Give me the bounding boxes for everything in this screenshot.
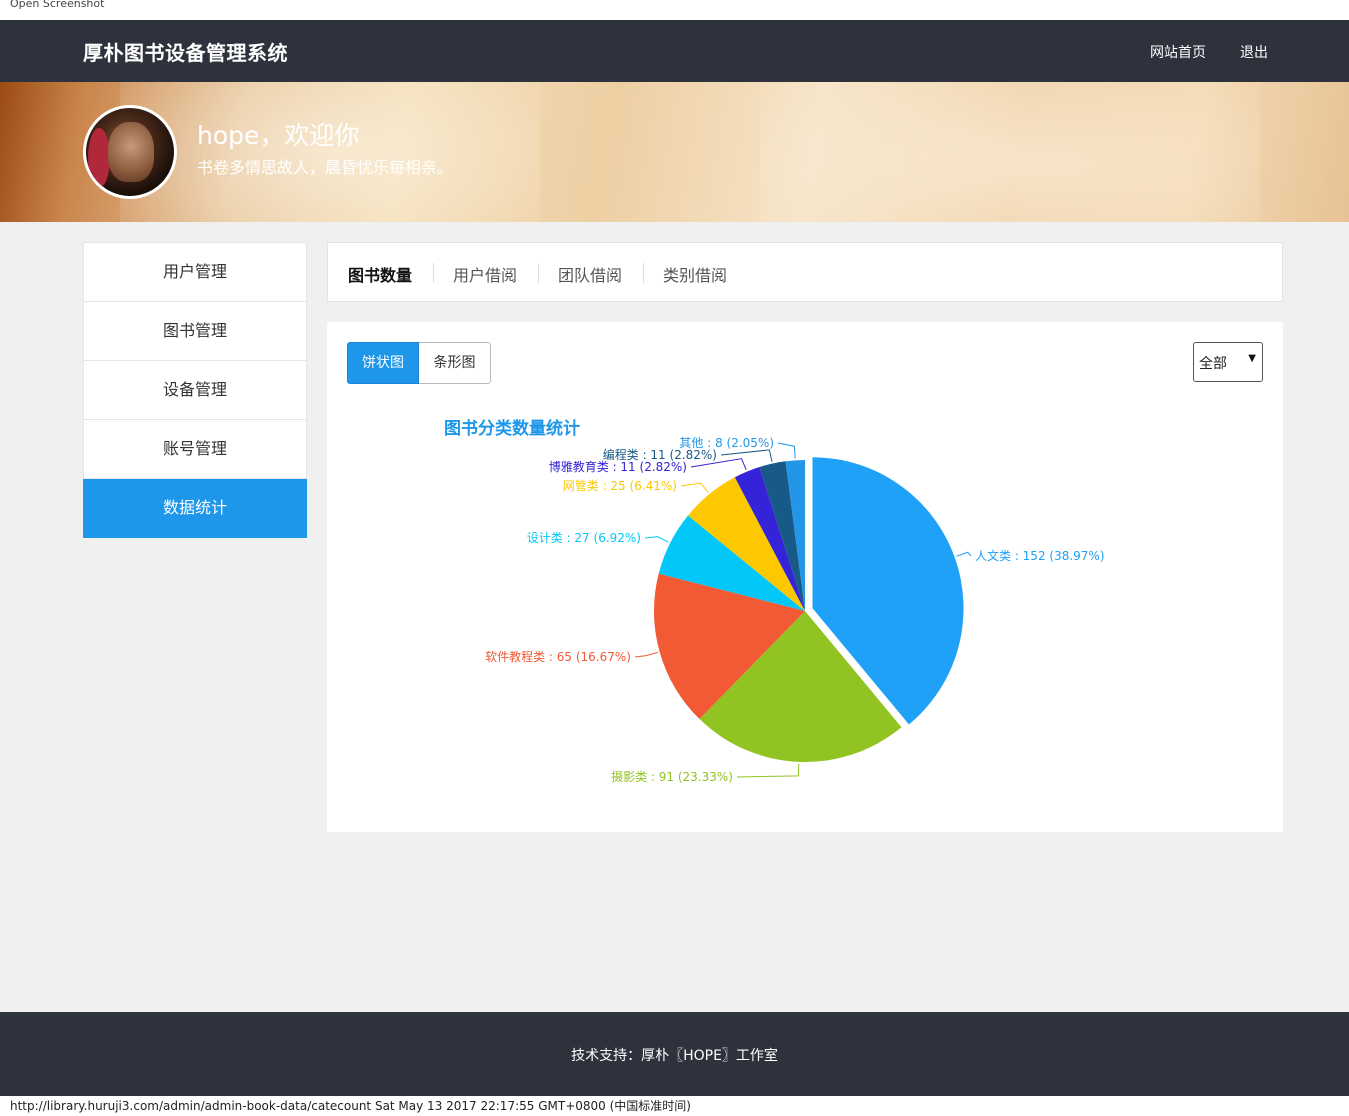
pie-label-leader-line: [680, 482, 709, 493]
nav-home-link[interactable]: 网站首页: [1150, 42, 1206, 62]
tab-book-count[interactable]: 图书数量: [348, 262, 412, 286]
window-caption: Open Screenshot: [0, 0, 1349, 20]
pie-label-leader-line: [634, 651, 658, 658]
pie-label-leader-line: [644, 536, 669, 543]
book-category-pie-chart[interactable]: 图书分类数量统计 人文类 : 152 (38.97%) 摄影类 : 91 (23.…: [327, 322, 1283, 832]
sidebar-item-statistics[interactable]: 数据统计: [83, 479, 307, 538]
sidebar-item-users[interactable]: 用户管理: [83, 242, 307, 302]
tab-category-borrow[interactable]: 类别借阅: [663, 262, 727, 286]
pie-label-leader-line: [777, 442, 796, 459]
avatar-face-shape: [108, 122, 154, 182]
pie-label-leader-line: [956, 551, 972, 557]
welcome-motto: 书卷多情思故人，晨昏忧乐每相亲。: [197, 158, 454, 177]
pie-slice-label: 其他 : 8 (2.05%): [679, 436, 774, 450]
footer-credit: 技术支持：厚朴〖HOPE〗工作室: [571, 1048, 778, 1064]
pie-label-leader-line: [720, 449, 773, 462]
tab-user-borrow[interactable]: 用户借阅: [453, 262, 517, 286]
sidebar-menu: 用户管理 图书管理 设备管理 账号管理 数据统计: [83, 242, 307, 538]
sidebar-item-devices[interactable]: 设备管理: [83, 361, 307, 420]
tab-team-borrow[interactable]: 团队借阅: [558, 262, 622, 286]
sidebar-item-books[interactable]: 图书管理: [83, 302, 307, 361]
chart-panel: 饼状图 条形图 全部 ▼ 图书分类数量统计 人文类 : 152 (38.97%)…: [327, 322, 1283, 832]
pie-slice-label: 人文类 : 152 (38.97%): [975, 548, 1105, 563]
nav-logout-link[interactable]: 退出: [1240, 42, 1268, 62]
tab-divider: [538, 263, 539, 283]
top-navbar: 厚朴图书设备管理系统 网站首页 退出: [0, 20, 1349, 82]
tab-divider: [643, 263, 644, 283]
chart-title: 图书分类数量统计: [444, 418, 580, 439]
stats-tab-bar: 图书数量 用户借阅 团队借阅 类别借阅: [327, 242, 1283, 302]
pie-slice-label: 网管类 : 25 (6.41%): [563, 478, 677, 493]
pie-slice-label: 摄影类 : 91 (23.33%): [611, 769, 733, 784]
pie-label-leader-line: [736, 763, 800, 778]
site-brand[interactable]: 厚朴图书设备管理系统: [83, 37, 288, 66]
avatar-hood-shape: [88, 128, 110, 188]
user-avatar[interactable]: [83, 105, 177, 199]
tab-divider: [433, 263, 434, 283]
sidebar-item-accounts[interactable]: 账号管理: [83, 420, 307, 479]
welcome-greeting: hope，欢迎你: [197, 121, 360, 150]
pie-slice-label: 设计类 : 27 (6.92%): [527, 531, 641, 545]
page-footer: 技术支持：厚朴〖HOPE〗工作室: [0, 1012, 1349, 1096]
pie-slice-label: 软件教程类 : 65 (16.67%): [485, 649, 631, 664]
welcome-banner: hope，欢迎你 书卷多情思故人，晨昏忧乐每相亲。: [0, 82, 1349, 222]
browser-status-bar: http://library.huruji3.com/admin/admin-b…: [0, 1096, 1349, 1116]
